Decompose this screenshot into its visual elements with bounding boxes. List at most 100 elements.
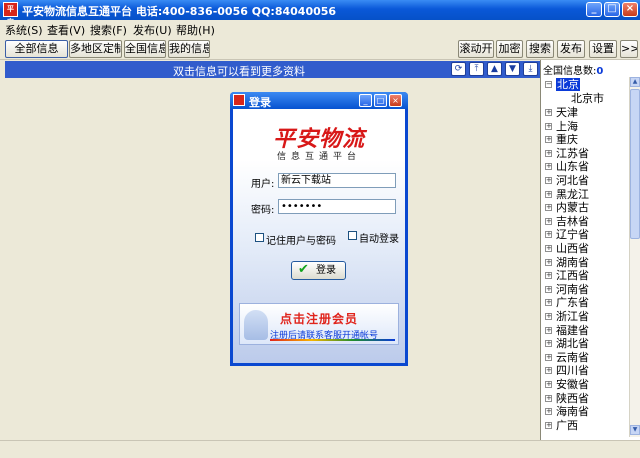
expand-icon[interactable]: + [545, 408, 552, 416]
more-button[interactable]: >> [620, 40, 638, 58]
auto-login-label: 自动登录 [359, 234, 399, 245]
tree-item[interactable]: + 广东省 [541, 296, 629, 309]
region-scrollbar[interactable]: ▲ ▼ [629, 77, 640, 437]
tree-item[interactable]: + 吉林省 [541, 215, 629, 228]
expand-icon[interactable]: + [545, 353, 552, 361]
expand-icon[interactable]: + [545, 299, 552, 307]
expand-icon[interactable]: + [545, 231, 552, 239]
tree-item-label: 北京 [556, 78, 580, 91]
menu-view[interactable]: 查看(V) [47, 22, 85, 38]
expand-icon[interactable]: + [545, 394, 552, 402]
expand-icon[interactable]: + [545, 122, 552, 130]
scroll-up-icon[interactable]: ▲ [630, 77, 640, 87]
tree-item[interactable]: + 湖北省 [541, 337, 629, 350]
expand-icon[interactable]: + [545, 285, 552, 293]
tree-item-beijing[interactable]: − 北京 [541, 78, 629, 91]
tree-item[interactable]: + 四川省 [541, 364, 629, 377]
dialog-maximize-button[interactable]: □ [374, 94, 387, 107]
search-button[interactable]: 搜索 [526, 40, 554, 58]
expand-icon[interactable]: + [545, 421, 552, 429]
scroll-toggle-button[interactable]: 滚动开 [458, 40, 494, 58]
tree-item[interactable]: + 安徽省 [541, 378, 629, 391]
expand-icon[interactable]: + [545, 272, 552, 280]
expand-icon[interactable]: + [545, 163, 552, 171]
remember-checkbox[interactable] [255, 233, 264, 242]
national-info-button[interactable]: 全国信息 [124, 40, 166, 58]
tree-item[interactable]: + 浙江省 [541, 310, 629, 323]
close-button[interactable]: × [622, 2, 638, 17]
tree-item-label: 天津 [556, 106, 578, 119]
expand-icon[interactable]: + [545, 367, 552, 375]
tree-item[interactable]: + 广西 [541, 419, 629, 432]
tree-item[interactable]: + 江西省 [541, 269, 629, 282]
tree-item[interactable]: + 黑龙江 [541, 188, 629, 201]
settings-button[interactable]: 设置 [589, 40, 617, 58]
tree-item-label: 吉林省 [556, 214, 589, 228]
tree-child-label: 北京市 [571, 92, 604, 105]
tree-item[interactable]: + 海南省 [541, 405, 629, 418]
tree-item[interactable]: + 云南省 [541, 351, 629, 364]
up-icon[interactable]: ▲ [487, 62, 502, 76]
tree-item[interactable]: + 江苏省 [541, 147, 629, 160]
username-field[interactable]: 新云下载站 [278, 173, 396, 188]
expand-icon[interactable]: + [545, 204, 552, 212]
tree-item-label: 上海 [556, 119, 578, 133]
tree-item[interactable]: + 天津 [541, 106, 629, 119]
tree-item-label: 江苏省 [556, 146, 589, 160]
expand-icon[interactable]: + [545, 217, 552, 225]
publish-button[interactable]: 发布 [557, 40, 585, 58]
tree-item[interactable]: + 福建省 [541, 324, 629, 337]
tree-item-beijing-city[interactable]: 北京市 [541, 92, 629, 105]
down-icon[interactable]: ▼ [505, 62, 520, 76]
tree-item[interactable]: + 山西省 [541, 242, 629, 255]
expand-icon[interactable]: + [545, 149, 552, 157]
maximize-button[interactable]: □ [604, 2, 620, 17]
menu-system[interactable]: 系统(S) [5, 22, 43, 38]
tree-item[interactable]: + 河北省 [541, 174, 629, 187]
multi-region-button[interactable]: 多地区定制 [69, 40, 122, 58]
expand-icon[interactable]: + [545, 136, 552, 144]
collapse-icon[interactable]: − [545, 81, 552, 88]
tree-item-label: 山东省 [556, 160, 589, 174]
expand-icon[interactable]: + [545, 177, 552, 184]
window-title: 平安物流信息互通平台 电话:400-836-0056 QQ:84040056 [22, 5, 337, 18]
tree-item[interactable]: + 湖南省 [541, 256, 629, 269]
expand-icon[interactable]: + [545, 109, 552, 116]
expand-icon[interactable]: + [545, 245, 552, 252]
expand-icon[interactable]: + [545, 313, 552, 320]
all-info-button[interactable]: 全部信息 [5, 40, 68, 58]
minimize-button[interactable]: _ [586, 2, 602, 17]
menu-bar: 系统(S) 查看(V) 搜索(F) 发布(U) 帮助(H) [0, 20, 640, 38]
tree-item[interactable]: + 重庆 [541, 133, 629, 146]
dialog-close-button[interactable]: × [389, 94, 402, 107]
register-banner[interactable]: 点击注册会员 注册后请联系客服开通帐号 [239, 303, 399, 345]
tree-item[interactable]: + 河南省 [541, 283, 629, 296]
dialog-minimize-button[interactable]: _ [359, 94, 372, 107]
auto-login-checkbox[interactable] [348, 231, 357, 240]
expand-icon[interactable]: + [545, 326, 552, 334]
expand-icon[interactable]: + [545, 381, 552, 388]
tree-item[interactable]: + 山东省 [541, 160, 629, 173]
tree-item[interactable]: + 辽宁省 [541, 228, 629, 241]
password-field[interactable]: ••••••• [278, 199, 396, 214]
expand-icon[interactable]: + [545, 258, 552, 266]
tree-item-label: 河南省 [556, 282, 589, 296]
my-info-button[interactable]: 我的信息 [168, 40, 210, 58]
tree-item[interactable]: + 上海 [541, 120, 629, 133]
top-icon[interactable]: ⤒ [469, 62, 484, 76]
login-button[interactable]: ✔ 登录 [291, 261, 346, 280]
tree-item[interactable]: + 内蒙古 [541, 201, 629, 214]
menu-publish[interactable]: 发布(U) [133, 22, 172, 38]
encrypt-button[interactable]: 加密 [496, 40, 523, 58]
expand-icon[interactable]: + [545, 190, 552, 198]
bottom-icon[interactable]: ⤓ [523, 62, 538, 76]
tree-item-label: 海南省 [556, 405, 589, 419]
expand-icon[interactable]: + [545, 340, 552, 348]
menu-help[interactable]: 帮助(H) [176, 22, 215, 38]
scroll-thumb[interactable] [630, 89, 640, 239]
scroll-down-icon[interactable]: ▼ [630, 425, 640, 435]
info-count-label: 全国信息数: [543, 66, 597, 77]
tree-item[interactable]: + 陕西省 [541, 392, 629, 405]
refresh-icon[interactable]: ⟳ [451, 62, 466, 76]
menu-search[interactable]: 搜索(F) [90, 22, 127, 38]
